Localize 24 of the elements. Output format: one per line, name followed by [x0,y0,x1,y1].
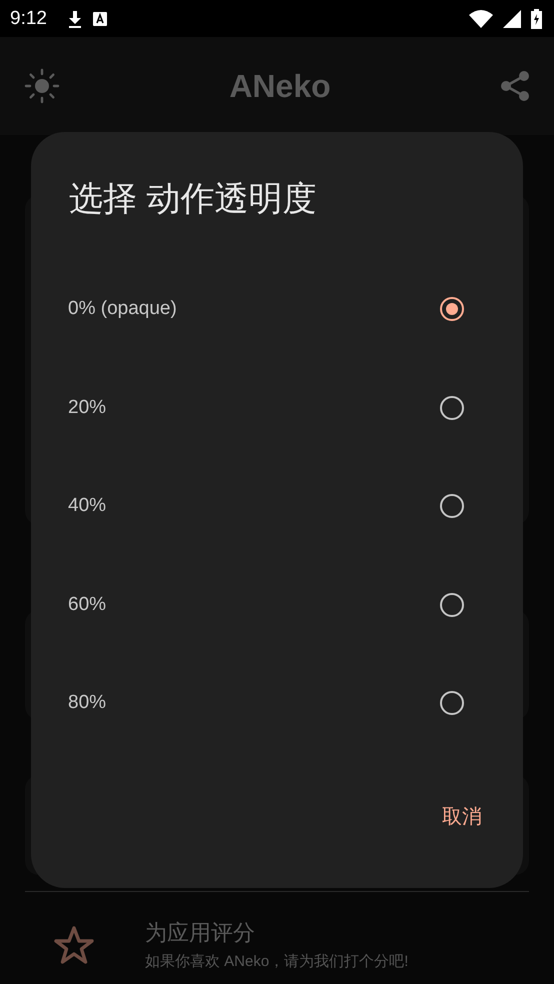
cancel-button[interactable]: 取消 [438,795,486,838]
wifi-icon [469,10,493,28]
download-icon [66,10,83,28]
radio-button[interactable] [440,691,464,716]
star-icon [53,924,95,964]
radio-option[interactable]: 80% [68,654,486,752]
rate-subtitle: 如果你喜欢 ANeko，请为我们打个分吧! [145,952,408,971]
radio-option[interactable]: 20% [68,358,486,457]
radio-button[interactable] [440,396,464,420]
radio-button[interactable] [440,297,464,322]
rate-title: 为应用评分 [145,919,256,947]
app-title: ANeko [229,68,331,104]
radio-option[interactable]: 60% [68,556,486,654]
radio-button[interactable] [440,494,464,518]
keyboard-icon [92,12,107,26]
sun-icon[interactable] [24,68,60,104]
share-icon[interactable] [500,70,530,102]
radio-option[interactable]: 0% (opaque) [68,260,486,358]
radio-option[interactable]: 40% [68,457,486,556]
clock: 9:12 [10,8,47,30]
radio-button[interactable] [440,592,464,617]
battery-icon [531,8,542,28]
signal-icon [503,10,521,28]
dialog-title: 选择 动作透明度 [69,179,318,220]
